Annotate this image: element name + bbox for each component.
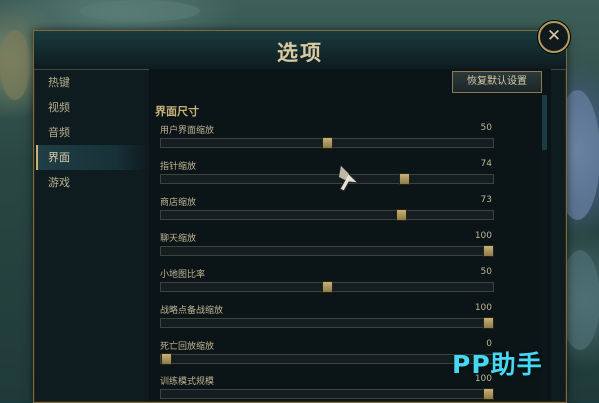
slider-track[interactable] bbox=[160, 209, 494, 221]
slider-thumb[interactable] bbox=[483, 245, 494, 257]
slider-track[interactable] bbox=[160, 388, 494, 400]
setting-label: 商店缩放 bbox=[160, 198, 197, 208]
setting-objective-scale: 战略点备战缩放 100 bbox=[160, 303, 494, 333]
setting-label: 聊天缩放 bbox=[160, 234, 197, 244]
pointer-cursor-icon bbox=[338, 165, 360, 192]
setting-cursor-scale: 指针缩放 74 bbox=[160, 159, 494, 189]
setting-value: 50 bbox=[480, 267, 492, 277]
close-button[interactable]: ✕ bbox=[538, 21, 570, 53]
setting-death-recap-scale: 死亡回放缩放 0 bbox=[160, 339, 494, 369]
slider-track[interactable] bbox=[160, 173, 494, 185]
sidebar-item-hotkeys[interactable]: 热键 bbox=[36, 70, 148, 95]
slider-track[interactable] bbox=[160, 137, 494, 149]
scrollbar-thumb[interactable] bbox=[542, 95, 547, 150]
sidebar-item-interface[interactable]: 界面 bbox=[36, 145, 148, 170]
watermark-logo: PP助手 bbox=[452, 350, 543, 379]
window-title: 选项 bbox=[277, 41, 323, 65]
slider-thumb[interactable] bbox=[161, 353, 172, 365]
setting-shop-scale: 商店缩放 73 bbox=[160, 195, 494, 225]
slider-thumb[interactable] bbox=[396, 209, 408, 221]
setting-value: 74 bbox=[480, 159, 492, 169]
setting-value: 100 bbox=[474, 303, 492, 313]
setting-label: 训练模式规模 bbox=[160, 377, 215, 387]
setting-label: 小地图比率 bbox=[160, 270, 206, 280]
reset-defaults-button[interactable]: 恢复默认设置 bbox=[452, 71, 542, 93]
sidebar-item-game[interactable]: 游戏 bbox=[36, 170, 148, 195]
window-header: 选项 bbox=[34, 31, 566, 70]
slider-track[interactable] bbox=[160, 245, 494, 257]
setting-label: 用户界面缩放 bbox=[160, 126, 215, 136]
slider-track[interactable] bbox=[160, 353, 494, 365]
setting-label: 战略点备战缩放 bbox=[160, 306, 224, 316]
setting-chat-scale: 聊天缩放 100 bbox=[160, 231, 494, 261]
slider-thumb[interactable] bbox=[322, 281, 333, 293]
sidebar-item-video[interactable]: 视频 bbox=[36, 95, 148, 120]
setting-value: 50 bbox=[480, 123, 492, 133]
slider-track[interactable] bbox=[160, 281, 494, 293]
setting-practice-tool-scale: 训练模式规模 100 bbox=[160, 374, 494, 401]
setting-minimap-scale: 小地图比率 50 bbox=[160, 267, 494, 297]
section-title: 界面尺寸 bbox=[155, 105, 199, 118]
slider-thumb[interactable] bbox=[399, 173, 411, 185]
setting-ui-scale: 用户界面缩放 50 bbox=[160, 123, 494, 153]
setting-value: 100 bbox=[474, 231, 492, 241]
slider-thumb[interactable] bbox=[483, 388, 494, 400]
setting-value: 73 bbox=[480, 195, 492, 205]
slider-track[interactable] bbox=[160, 317, 494, 329]
options-sidebar: 热键 视频 音频 界面 游戏 bbox=[36, 70, 148, 195]
setting-label: 指针缩放 bbox=[160, 162, 197, 172]
slider-thumb[interactable] bbox=[483, 317, 494, 329]
close-icon: ✕ bbox=[546, 26, 562, 46]
setting-label: 死亡回放缩放 bbox=[160, 342, 215, 352]
slider-thumb[interactable] bbox=[322, 137, 333, 149]
sidebar-item-audio[interactable]: 音频 bbox=[36, 120, 148, 145]
